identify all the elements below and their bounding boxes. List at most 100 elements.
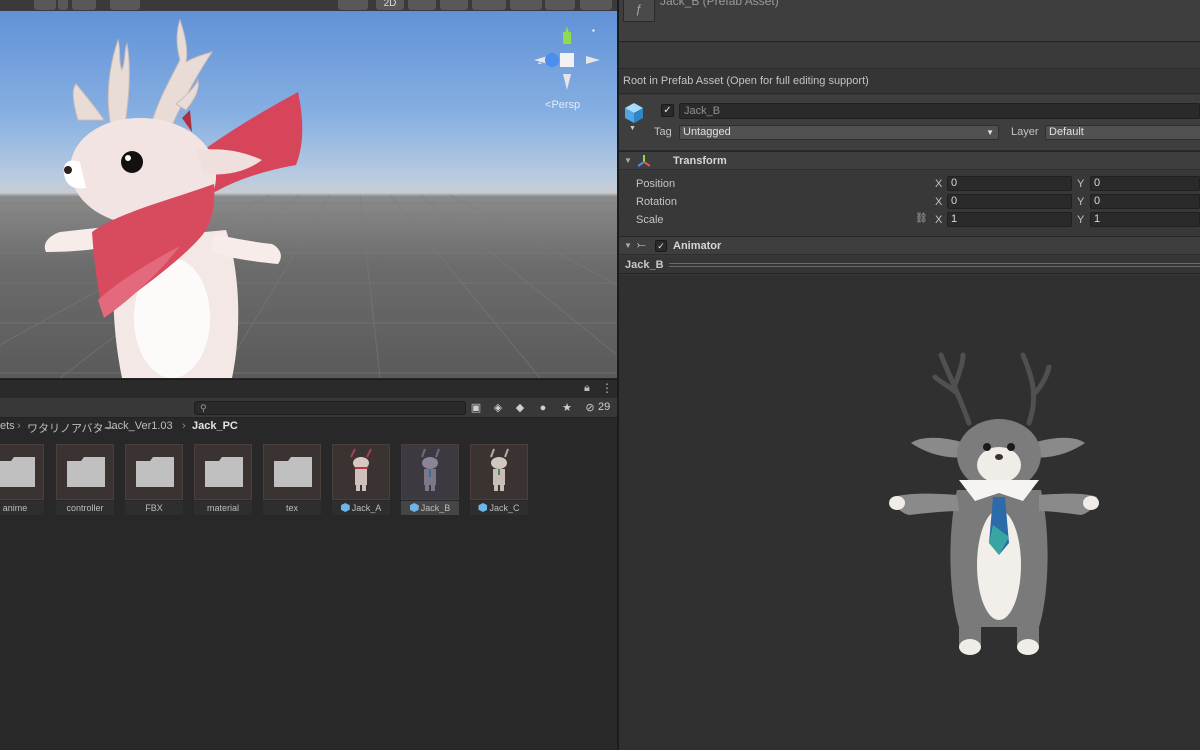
prefab-cube-icon xyxy=(625,103,643,123)
asset-preview[interactable] xyxy=(619,275,1200,750)
camera-settings-button[interactable] xyxy=(545,0,575,10)
prefab-thumb xyxy=(332,444,390,500)
breadcrumb-separator-icon: › xyxy=(17,420,21,432)
preview-header[interactable]: Jack_B xyxy=(619,257,1200,274)
gizmo-tool-button[interactable] xyxy=(34,0,56,10)
gizmos-button[interactable] xyxy=(580,0,612,10)
folder-thumb xyxy=(0,444,44,500)
lock-icon[interactable]: ▪ xyxy=(592,26,600,35)
folder-icon xyxy=(136,457,174,487)
favorite-star-icon[interactable]: ★ xyxy=(559,400,575,416)
rotation-label[interactable]: Rotation xyxy=(636,196,677,208)
deer-preview-model[interactable] xyxy=(619,275,1200,750)
project-header: 🔒︎ ⋮ xyxy=(0,380,617,398)
asset-folder-tex[interactable]: tex xyxy=(263,444,321,516)
scale-label[interactable]: Scale xyxy=(636,214,664,226)
svg-text:z: z xyxy=(538,57,542,66)
axis-y-label[interactable]: Y xyxy=(1077,196,1084,208)
folder-thumb xyxy=(194,444,252,500)
asset-label: FBX xyxy=(125,501,183,515)
asset-prefab-jack-b[interactable]: Jack_B xyxy=(401,444,459,516)
tag-dropdown[interactable]: Untagged ▼ xyxy=(679,125,999,140)
asset-folder-controller[interactable]: controller xyxy=(56,444,114,516)
effects-toggle-button[interactable] xyxy=(472,0,506,10)
dropdown-arrow-icon[interactable] xyxy=(58,0,68,10)
active-checkbox[interactable]: ✓ xyxy=(661,104,674,117)
axis-y-label[interactable]: Y xyxy=(1077,178,1084,190)
asset-prefab-jack-a[interactable]: Jack_A xyxy=(332,444,390,516)
asset-folder-anime[interactable]: anime xyxy=(0,444,44,516)
audio-toggle-button[interactable] xyxy=(440,0,468,10)
folder-icon xyxy=(274,457,312,487)
rotation-y-field[interactable]: 0 xyxy=(1090,194,1200,209)
prefab-icon xyxy=(478,503,488,512)
filter-by-type-icon[interactable]: ◈ xyxy=(490,400,506,416)
fold-arrow-icon[interactable]: ▼ xyxy=(624,241,632,250)
projection-label[interactable]: <Persp xyxy=(545,99,580,111)
snap-tool-button[interactable] xyxy=(72,0,96,10)
scene-view[interactable]: 2D z ▪ <Persp xyxy=(0,0,617,378)
folder-icon xyxy=(205,457,243,487)
more-menu-icon[interactable]: ⋮ xyxy=(601,381,613,395)
preview-drag-handle[interactable] xyxy=(669,263,1200,267)
log-icon[interactable]: ● xyxy=(535,400,551,416)
inspector-panel: ƒ Jack_B (Prefab Asset) Root in Prefab A… xyxy=(619,0,1200,750)
dropdown-arrow-icon[interactable]: ▼ xyxy=(629,125,636,132)
asset-label: tex xyxy=(263,501,321,515)
axis-y-label[interactable]: Y xyxy=(1077,214,1084,226)
prefab-icon xyxy=(340,503,350,512)
draw-mode-button[interactable] xyxy=(338,0,368,10)
breadcrumb-current[interactable]: Jack_PC xyxy=(192,420,238,432)
constrain-proportions-icon[interactable]: ⛓ xyxy=(915,213,928,224)
animator-component-header[interactable]: ▼ ⤚ ✓ Animator xyxy=(619,236,1200,255)
asset-prefab-jack-c[interactable]: Jack_C xyxy=(470,444,528,516)
scene-toolbar: 2D xyxy=(0,0,617,11)
asset-label: controller xyxy=(56,501,114,515)
inspector-header: ƒ Jack_B (Prefab Asset) xyxy=(619,0,1200,42)
deer-thumbnail-icon xyxy=(421,448,440,491)
breadcrumb-item[interactable]: Jack_Ver1.03 xyxy=(106,420,173,432)
breadcrumb-item[interactable]: ets xyxy=(0,420,15,432)
grid-tool-button[interactable] xyxy=(110,0,140,10)
search-icon: ⚲ xyxy=(200,403,207,413)
transform-component-header[interactable]: ▼ Transform xyxy=(619,151,1200,170)
asset-label: material xyxy=(194,501,252,515)
axis-x-label[interactable]: X xyxy=(935,196,942,208)
layer-label: Layer xyxy=(1011,126,1039,138)
asset-label: Jack_A xyxy=(332,501,390,515)
search-by-type-icon[interactable]: ▣ xyxy=(468,400,484,416)
axis-x-label[interactable]: X xyxy=(935,214,942,226)
asset-label: anime xyxy=(0,501,44,515)
asset-folder-fbx[interactable]: FBX xyxy=(125,444,183,516)
inspector-title: Jack_B (Prefab Asset) xyxy=(660,0,779,8)
2d-toggle-button[interactable]: 2D xyxy=(376,0,404,10)
scene-visibility-button[interactable] xyxy=(510,0,542,10)
gameobject-name-field[interactable]: Jack_B xyxy=(679,103,1200,119)
position-y-field[interactable]: 0 xyxy=(1090,176,1200,191)
animator-enabled-checkbox[interactable]: ✓ xyxy=(655,240,667,252)
fold-arrow-icon[interactable]: ▼ xyxy=(624,156,632,165)
breadcrumb-item[interactable]: ワタリノアバター xyxy=(27,420,115,436)
asset-label: Jack_C xyxy=(470,501,528,515)
lock-icon[interactable]: 🔒︎ xyxy=(584,382,590,395)
scale-x-field[interactable]: 1 xyxy=(947,212,1072,227)
hidden-packages-icon[interactable]: ⊘ xyxy=(582,400,598,416)
position-x-field[interactable]: 0 xyxy=(947,176,1072,191)
axis-x-label[interactable]: X xyxy=(935,178,942,190)
gameobject-header: ▼ ✓ Jack_B Tag Untagged ▼ Layer Default xyxy=(619,95,1200,151)
search-input[interactable]: ⚲ xyxy=(194,401,466,415)
lighting-toggle-button[interactable] xyxy=(408,0,436,10)
project-window: 🔒︎ ⋮ ⚲ ▣ ◈ ◆ ● ★ ⊘ 29 ets › ワタリノアバター › J… xyxy=(0,379,617,750)
rotation-x-field[interactable]: 0 xyxy=(947,194,1072,209)
chevron-down-icon: ▼ xyxy=(986,128,994,137)
deer-character-model[interactable] xyxy=(0,0,617,378)
asset-folder-material[interactable]: material xyxy=(194,444,252,516)
folder-icon xyxy=(67,457,105,487)
scale-y-field[interactable]: 1 xyxy=(1090,212,1200,227)
position-label[interactable]: Position xyxy=(636,178,675,190)
folder-thumb xyxy=(263,444,321,500)
breadcrumb: ets › ワタリノアバター › Jack_Ver1.03 › Jack_PC xyxy=(0,419,617,435)
layer-dropdown[interactable]: Default xyxy=(1045,125,1200,140)
folder-icon xyxy=(0,457,35,487)
filter-by-label-icon[interactable]: ◆ xyxy=(512,400,528,416)
